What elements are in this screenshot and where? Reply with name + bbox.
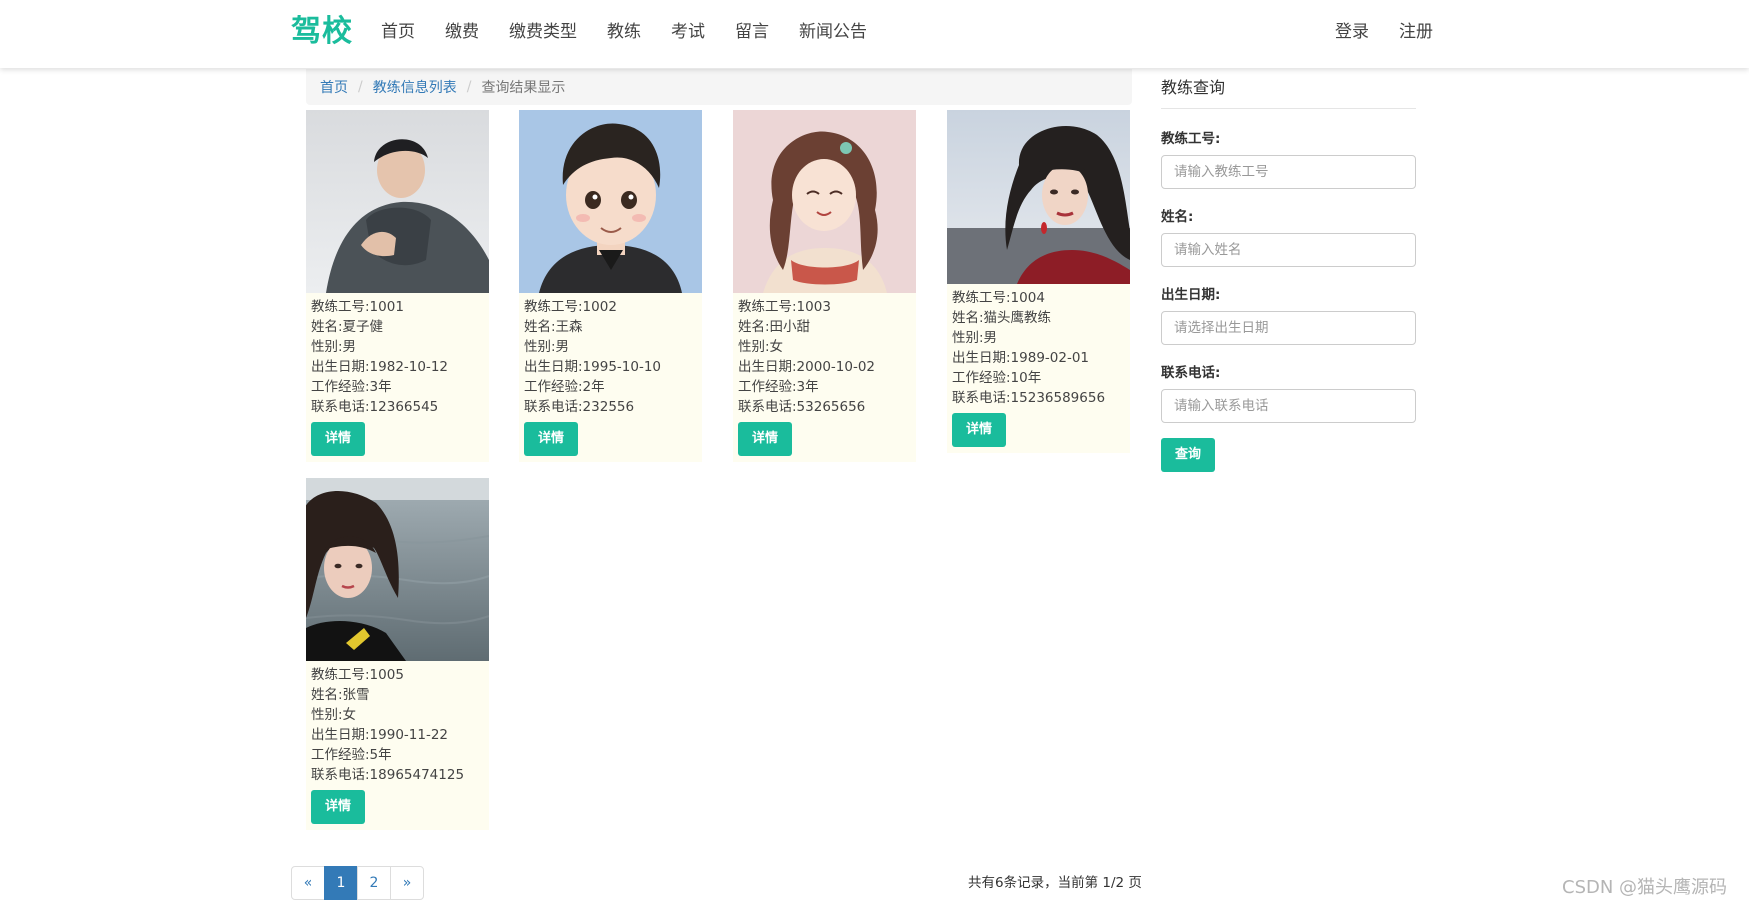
coach-card-1003: 教练工号:1003 姓名:田小甜 性别:女 出生日期:2000-10-02 工作… [733, 110, 916, 462]
main-nav: 首页 缴费 缴费类型 教练 考试 留言 新闻公告 [381, 20, 897, 44]
nav-item-payment-type[interactable]: 缴费类型 [509, 20, 577, 44]
coach-id: 教练工号:1003 [738, 299, 831, 315]
coach-gender: 性别:男 [311, 339, 357, 355]
next-page-button[interactable]: » [390, 866, 424, 900]
name-label: 姓名: [1161, 209, 1194, 225]
page-button-2[interactable]: 2 [357, 866, 391, 900]
coach-id: 教练工号:1001 [311, 299, 404, 315]
coach-gender: 性别:男 [524, 339, 570, 355]
coach-birth-date: 出生日期:1982-10-12 [311, 359, 449, 375]
nav-item-message[interactable]: 留言 [735, 20, 769, 44]
breadcrumb-home[interactable]: 首页 [320, 77, 348, 97]
login-link[interactable]: 登录 [1335, 20, 1369, 44]
prev-page-button[interactable]: « [291, 866, 325, 900]
detail-button[interactable]: 详情 [738, 422, 792, 456]
phone-label: 联系电话: [1161, 365, 1221, 381]
coach-phone: 联系电话:15236589656 [952, 390, 1106, 406]
coach-name: 姓名:猫头鹰教练 [952, 310, 1052, 326]
coach-name: 姓名:张雪 [311, 687, 370, 703]
phone-input[interactable] [1161, 389, 1416, 423]
query-button[interactable]: 查询 [1161, 438, 1215, 472]
coach-name: 姓名:夏子健 [311, 319, 384, 335]
search-panel-title: 教练查询 [1161, 76, 1416, 109]
coach-photo[interactable] [306, 478, 489, 661]
coach-name: 姓名:王森 [524, 319, 583, 335]
breadcrumb-coach-list[interactable]: 教练信息列表 [373, 77, 457, 97]
coach-id-input[interactable] [1161, 155, 1416, 189]
nav-item-coach[interactable]: 教练 [607, 20, 641, 44]
coach-experience: 工作经验:3年 [738, 379, 819, 395]
coach-card-1005: 教练工号:1005 姓名:张雪 性别:女 出生日期:1990-11-22 工作经… [306, 478, 489, 830]
coach-phone: 联系电话:232556 [524, 399, 635, 415]
nav-item-home[interactable]: 首页 [381, 20, 415, 44]
coach-photo[interactable] [519, 110, 702, 293]
breadcrumb-separator: / [358, 79, 363, 95]
coach-id: 教练工号:1002 [524, 299, 617, 315]
user-nav: 登录 注册 [1335, 20, 1463, 44]
coach-phone: 联系电话:12366545 [311, 399, 439, 415]
coach-info: 教练工号:1003 姓名:田小甜 性别:女 出生日期:2000-10-02 工作… [733, 293, 916, 462]
coach-phone: 联系电话:18965474125 [311, 767, 465, 783]
coach-info: 教练工号:1001 姓名:夏子健 性别:男 出生日期:1982-10-12 工作… [306, 293, 489, 462]
coach-id: 教练工号:1005 [311, 667, 404, 683]
coach-id-label: 教练工号: [1161, 131, 1221, 147]
detail-button[interactable]: 详情 [311, 422, 365, 456]
breadcrumb: 首页 / 教练信息列表 / 查询结果显示 [306, 69, 1132, 105]
coach-photo[interactable] [306, 110, 489, 293]
nav-item-exam[interactable]: 考试 [671, 20, 705, 44]
coach-phone: 联系电话:53265656 [738, 399, 866, 415]
coach-info: 教练工号:1005 姓名:张雪 性别:女 出生日期:1990-11-22 工作经… [306, 661, 489, 830]
register-link[interactable]: 注册 [1399, 20, 1433, 44]
coach-info: 教练工号:1002 姓名:王森 性别:男 出生日期:1995-10-10 工作经… [519, 293, 702, 462]
nav-item-payment[interactable]: 缴费 [445, 20, 479, 44]
record-summary: 共有6条记录，当前第 1/2 页 [968, 875, 1142, 891]
coach-search-panel: 教练查询 教练工号: 姓名: 出生日期: 联系电话: 查询 [1161, 76, 1416, 472]
nav-item-news[interactable]: 新闻公告 [799, 20, 867, 44]
coach-birth-date: 出生日期:1995-10-10 [524, 359, 662, 375]
coach-id: 教练工号:1004 [952, 290, 1045, 306]
coach-birth-date: 出生日期:2000-10-02 [738, 359, 876, 375]
coach-experience: 工作经验:10年 [952, 370, 1042, 386]
coach-gender: 性别:女 [311, 707, 357, 723]
coach-info: 教练工号:1004 姓名:猫头鹰教练 性别:男 出生日期:1989-02-01 … [947, 284, 1130, 453]
coach-birth-date: 出生日期:1989-02-01 [952, 350, 1090, 366]
coach-experience: 工作经验:2年 [524, 379, 605, 395]
detail-button[interactable]: 详情 [952, 413, 1006, 447]
brand-logo[interactable]: 驾校 [291, 12, 353, 52]
name-input[interactable] [1161, 233, 1416, 267]
breadcrumb-current: 查询结果显示 [481, 80, 566, 96]
coach-experience: 工作经验:5年 [311, 747, 392, 763]
coach-experience: 工作经验:3年 [311, 379, 392, 395]
watermark: CSDN @猫头鹰源码 [1562, 877, 1728, 898]
birth-date-input[interactable] [1161, 311, 1416, 345]
coach-card-1001: 教练工号:1001 姓名:夏子健 性别:男 出生日期:1982-10-12 工作… [306, 110, 489, 462]
detail-button[interactable]: 详情 [524, 422, 578, 456]
coach-card-1002: 教练工号:1002 姓名:王森 性别:男 出生日期:1995-10-10 工作经… [519, 110, 702, 462]
page-button-1[interactable]: 1 [324, 866, 358, 900]
birth-date-label: 出生日期: [1161, 287, 1221, 303]
pagination: « 1 2 » [291, 866, 424, 900]
coach-gender: 性别:女 [738, 339, 784, 355]
coach-name: 姓名:田小甜 [738, 319, 811, 335]
coach-photo[interactable] [947, 110, 1130, 284]
coach-gender: 性别:男 [952, 330, 998, 346]
top-navbar: 驾校 首页 缴费 缴费类型 教练 考试 留言 新闻公告 登录 注册 [0, 0, 1749, 68]
breadcrumb-separator: / [466, 79, 472, 95]
coach-photo[interactable] [733, 110, 916, 293]
coach-card-1004: 教练工号:1004 姓名:猫头鹰教练 性别:男 出生日期:1989-02-01 … [947, 110, 1130, 453]
coach-birth-date: 出生日期:1990-11-22 [311, 727, 449, 743]
detail-button[interactable]: 详情 [311, 790, 365, 824]
